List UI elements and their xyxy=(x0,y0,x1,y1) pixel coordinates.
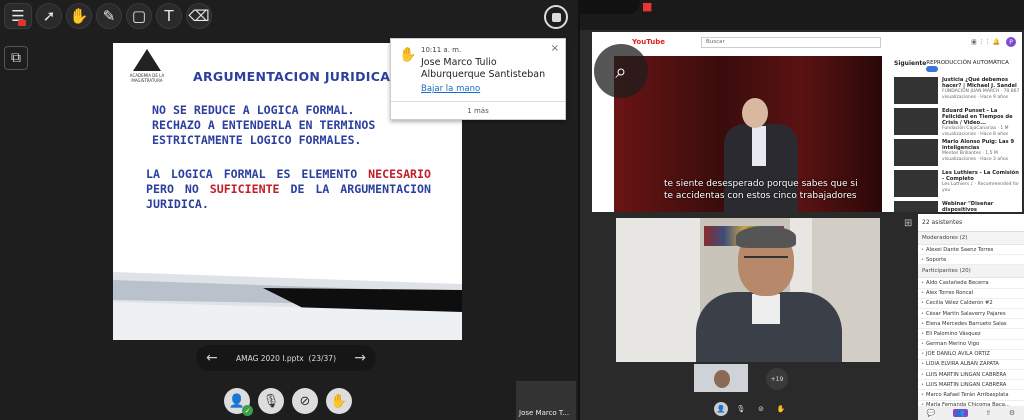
top-strip: ■ xyxy=(580,0,1024,30)
list-item[interactable]: LUIS MARTIN LINGAN CABRERA xyxy=(918,380,1024,391)
more-videos-badge[interactable]: +19 xyxy=(766,368,788,390)
previous-slide-button[interactable]: ← xyxy=(206,350,218,366)
screen-zoom-icon[interactable]: ⌕ xyxy=(594,44,648,98)
list-item[interactable]: Justicia ¿Qué debemos hacer? | Michael J… xyxy=(894,77,1022,104)
slide-title: ARGUMENTACION JURIDICA xyxy=(193,69,391,84)
speaker-video-tile[interactable] xyxy=(616,218,880,362)
raise-hand-notification: ✋ 10:11 a. m. Jose Marco Tulio Alburquer… xyxy=(390,38,566,120)
camera-off-icon[interactable]: ⊘ xyxy=(754,402,768,416)
grid-view-icon[interactable]: ⊞ xyxy=(904,218,912,229)
youtube-logo: YouTube xyxy=(632,38,665,46)
list-item[interactable]: Les Luthiers - La Comisión - Completo Les… xyxy=(894,170,1022,197)
whiteboard-toolbar: ☰ ➚ ✋ ✎ ▢ T ⌫ xyxy=(0,0,216,32)
slide-decoration xyxy=(113,272,462,340)
eraser-icon[interactable]: ⌫ xyxy=(186,3,212,29)
self-video-label: Jose Marco T... xyxy=(519,409,570,417)
attendee-count: 22 asistentes xyxy=(918,214,1024,232)
slide-bullet: RECHAZO A ENTENDERLA EN TERMINOS ESTRICT… xyxy=(152,118,376,147)
recording-indicator xyxy=(18,20,26,26)
stop-share-button[interactable] xyxy=(544,5,568,29)
chat-icon[interactable]: 💬 xyxy=(927,409,936,417)
slide-paragraph: LA LOGICA FORMAL ES ELEMENTO NECESARIO P… xyxy=(146,167,431,211)
raised-hand-icon: ✋ xyxy=(399,47,417,63)
next-slide-button[interactable]: → xyxy=(354,350,366,366)
close-icon[interactable]: × xyxy=(551,43,559,54)
lower-hand-link[interactable]: Bajar la mano xyxy=(421,84,480,94)
academy-logo: ACADEMIA DE LA MAGISTRATURA xyxy=(127,49,167,89)
raise-hand-icon[interactable]: ✋ xyxy=(774,402,788,416)
list-item[interactable]: Soporte xyxy=(918,255,1024,266)
share-icon[interactable]: ⇪ xyxy=(985,409,991,417)
list-item[interactable]: Marco Rafael Terán Arribasplata xyxy=(918,390,1024,401)
list-item[interactable]: César Martín Salaverry Pajares xyxy=(918,309,1024,320)
list-item[interactable]: Webinar "Diseñar dispositivos xyxy=(894,201,1022,212)
participants-tab-icon[interactable]: 👥 xyxy=(953,409,968,417)
video-player[interactable]: te siente desesperado porque sabes que s… xyxy=(614,56,882,212)
mic-icon[interactable]: 🎙 xyxy=(734,402,748,416)
screen-zoom-icon[interactable]: ⧉ xyxy=(4,46,28,70)
avatar[interactable]: P xyxy=(1006,37,1016,47)
up-next-list: Siguiente REPRODUCCIÓN AUTOMÁTICA Justici… xyxy=(894,60,1022,212)
youtube-search-input[interactable]: Buscar xyxy=(700,36,881,48)
notification-time: 10:11 a. m. xyxy=(421,46,462,54)
list-item[interactable]: JOE DANILO AVILA ORTIZ xyxy=(918,350,1024,360)
autoplay-toggle[interactable] xyxy=(926,66,939,72)
participants-panel: 22 asistentes Moderadores (2) Alexei Dan… xyxy=(918,214,1024,420)
meeting-pane: ■ YouTube Buscar ▣ ⋮⋮ 🔔 P te siente dese… xyxy=(580,0,1024,420)
camera-off-button[interactable]: ⊘ xyxy=(292,388,318,414)
slide-navigation: ← AMAG 2020 I.pptx (23/37) → xyxy=(196,345,376,371)
pointer-icon[interactable]: ➚ xyxy=(36,3,62,29)
list-item[interactable]: Mario Alonso Puig: Las 9 inteligencias Me… xyxy=(894,139,1022,166)
list-item[interactable]: Eli Palomino Vásquez xyxy=(918,329,1024,340)
list-item[interactable]: Alexei Dante Saenz Torres xyxy=(918,245,1024,256)
list-item[interactable]: Alex Torres Roncal xyxy=(918,289,1024,299)
list-item[interactable]: Eduard Punset - La Felicidad en Tiempos … xyxy=(894,108,1022,137)
hand-icon[interactable]: ✋ xyxy=(66,3,92,29)
youtube-share: YouTube Buscar ▣ ⋮⋮ 🔔 P te siente desesp… xyxy=(592,32,1022,212)
gear-icon[interactable]: ⚙ xyxy=(1009,409,1015,417)
notification-user: Jose Marco Tulio Alburquerque Santisteba… xyxy=(421,57,546,80)
presentation-file[interactable]: AMAG 2020 I.pptx (23/37) xyxy=(236,354,336,363)
list-item[interactable]: LIDIA ELVIRA ALBAN ZAPATA xyxy=(918,360,1024,371)
mute-mic-button[interactable]: 🎙 xyxy=(258,388,284,414)
text-icon[interactable]: T xyxy=(156,3,182,29)
up-next-title: Siguiente xyxy=(894,60,927,67)
meeting-controls: 👤 🎙 ⊘ ✋ xyxy=(714,402,788,416)
media-controls: 👤 ✓ 🎙 ⊘ ✋ xyxy=(224,388,352,416)
slide-body: NO SE REDUCE A LOGICA FORMAL. RECHAZO A … xyxy=(146,103,431,212)
list-item[interactable]: Elena Mercedes Barrueto Salas xyxy=(918,319,1024,330)
video-subtitles: te siente desesperado porque sabes que s… xyxy=(664,179,858,201)
participant-video-tile[interactable] xyxy=(694,364,748,392)
raise-hand-button[interactable]: ✋ xyxy=(326,388,352,414)
list-item[interactable]: Aldo Castañeda Becerra xyxy=(918,278,1024,289)
list-item[interactable]: Cecilia Vélez Calderón #2 xyxy=(918,299,1024,309)
list-item[interactable]: German Merino Vigo xyxy=(918,340,1024,350)
presentation-pane: ☰ ➚ ✋ ✎ ▢ T ⌫ ⧉ ACADEMIA DE LA MAGISTRAT… xyxy=(0,0,578,420)
list-item[interactable]: LUIS MARTIN LINGAN CABRERA xyxy=(918,370,1024,381)
pen-icon[interactable]: ✎ xyxy=(96,3,122,29)
rectangle-icon[interactable]: ▢ xyxy=(126,3,152,29)
panel-tabs: 💬 👥 ⇪ ⚙ xyxy=(918,406,1024,420)
presenter-avatar[interactable]: 👤 ✓ xyxy=(224,388,253,416)
check-icon: ✓ xyxy=(242,405,253,416)
self-video-tile[interactable]: Jose Marco T... xyxy=(516,381,576,420)
stop-icon xyxy=(551,12,561,22)
participants-header: Participantes (20) xyxy=(918,265,1024,279)
youtube-header-icons: ▣ ⋮⋮ 🔔 P xyxy=(971,37,1016,47)
avatar[interactable]: 👤 xyxy=(714,402,728,416)
more-notifications[interactable]: 1 más xyxy=(391,101,565,119)
video-camera-icon: ■ xyxy=(642,0,653,13)
moderators-header: Moderadores (2) xyxy=(918,232,1024,245)
